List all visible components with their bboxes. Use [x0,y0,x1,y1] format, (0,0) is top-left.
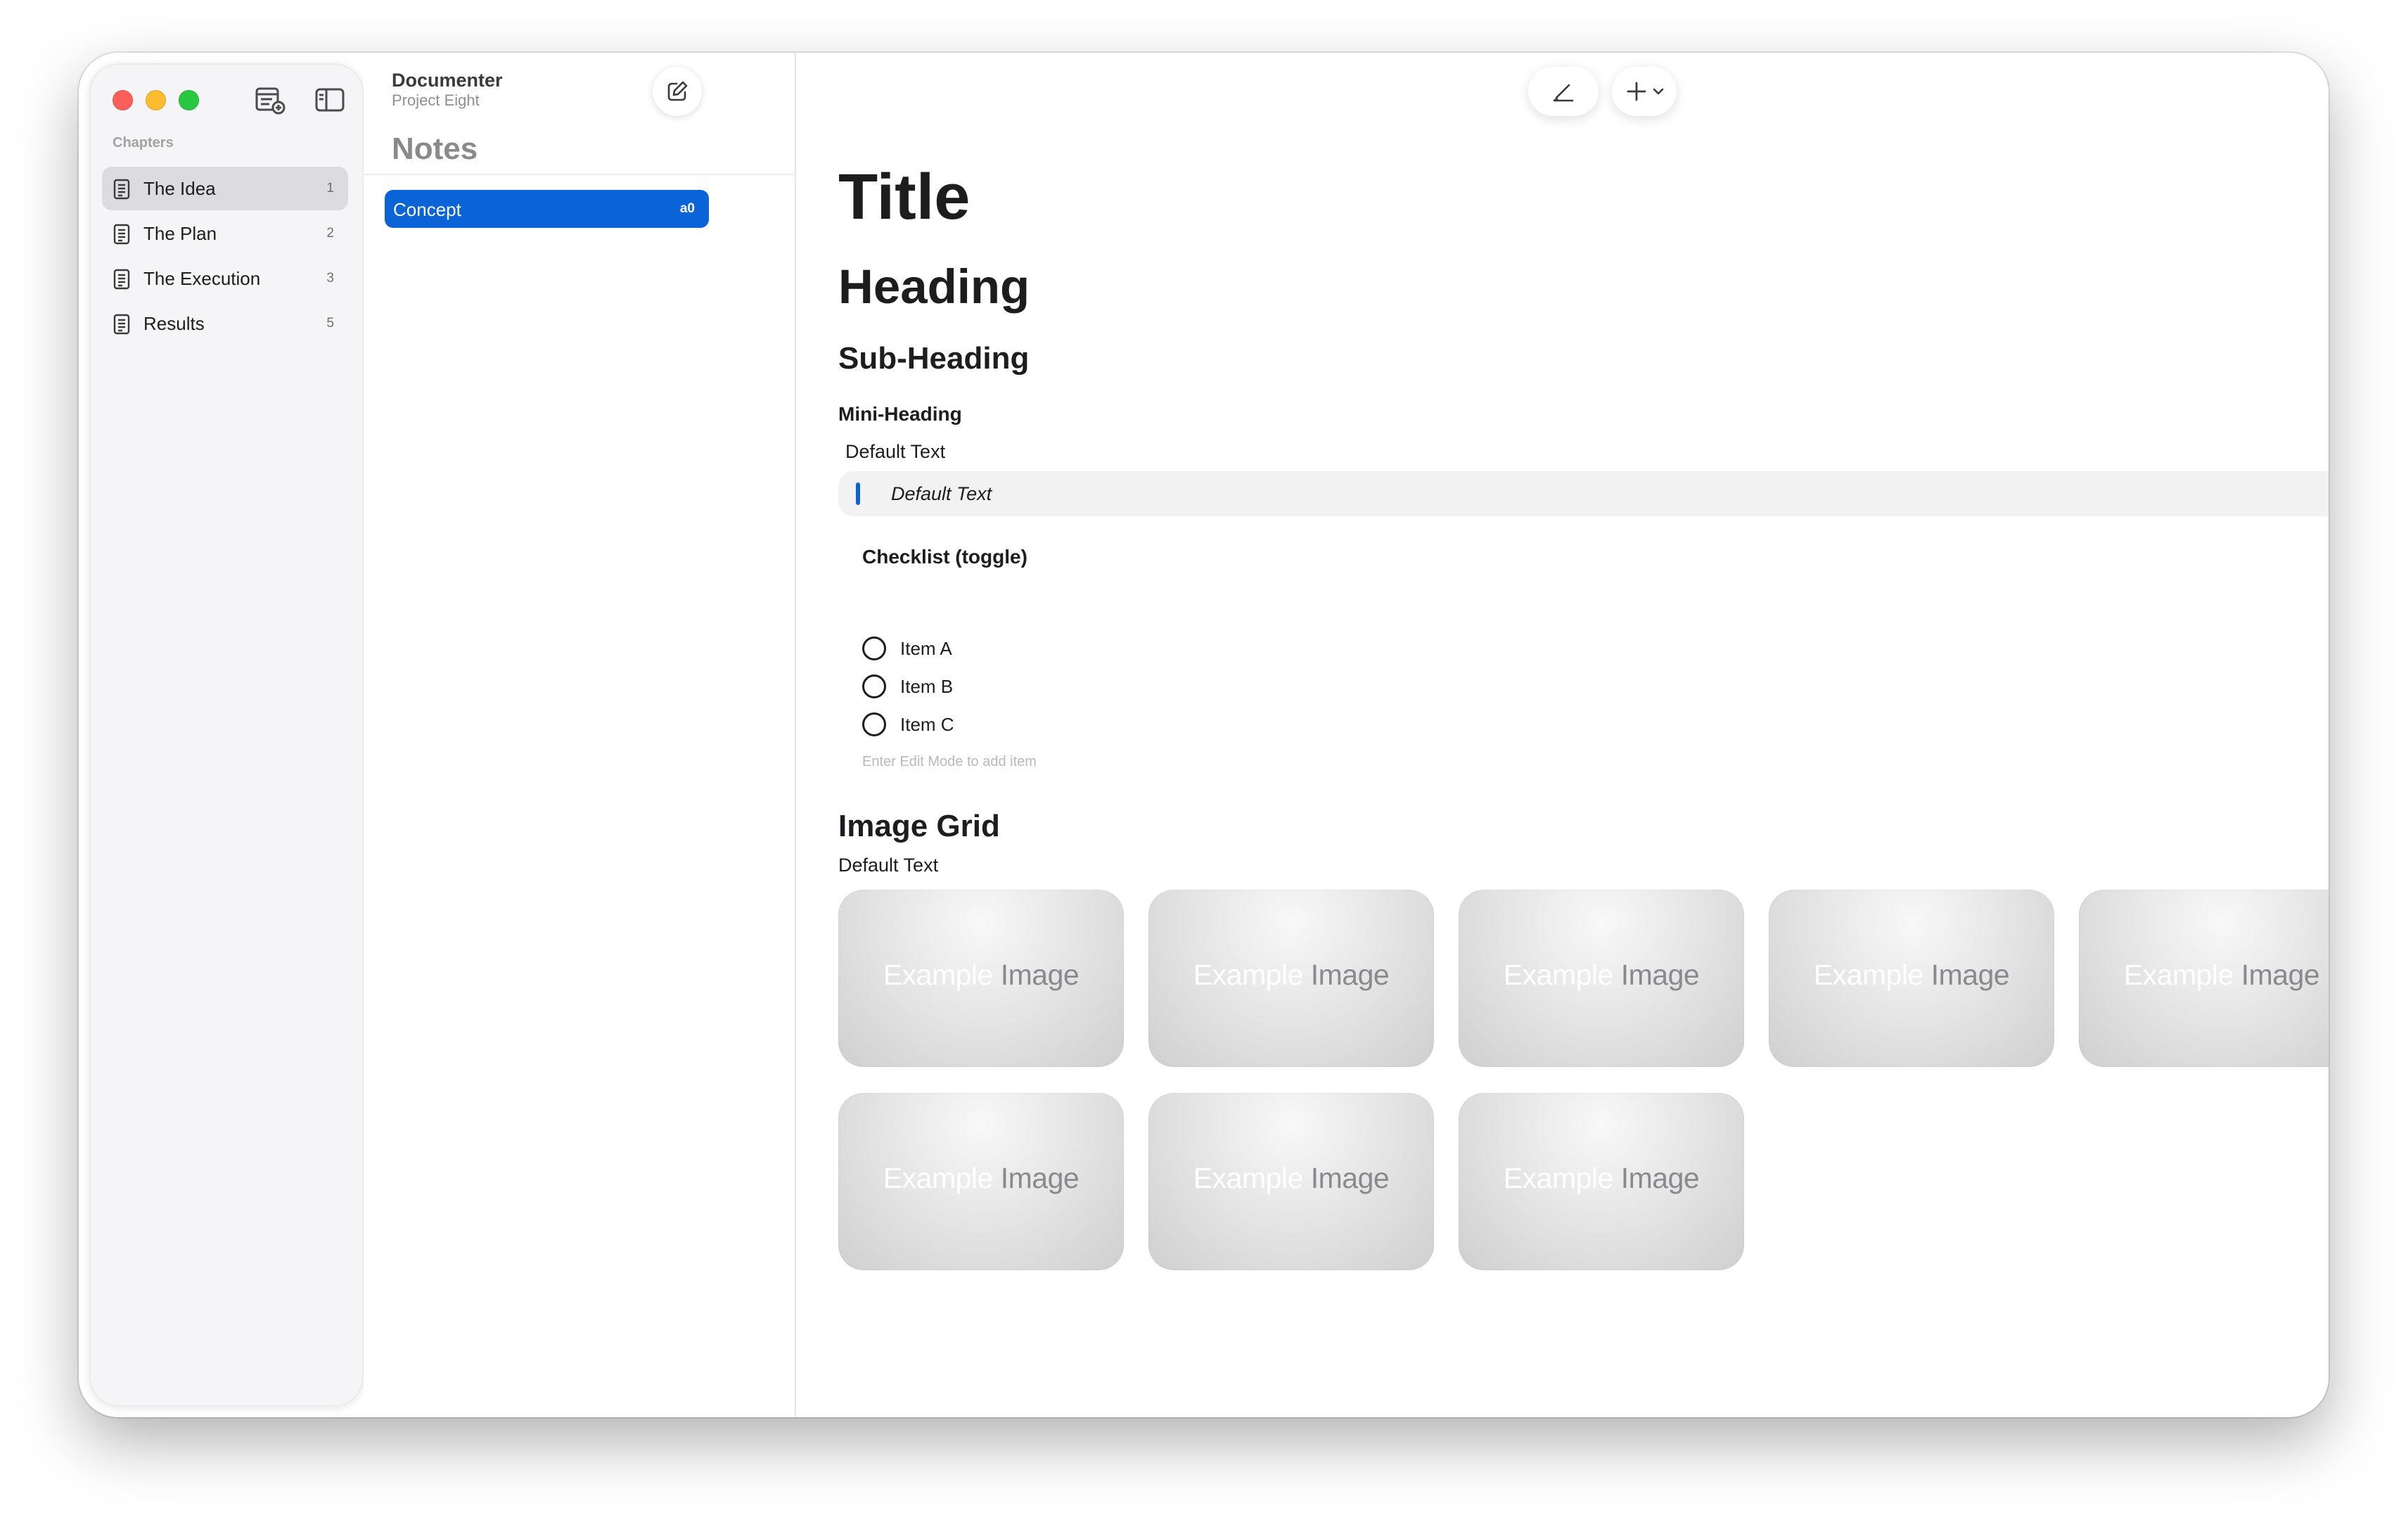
image-tile[interactable]: Example Image [1148,890,1434,1067]
add-block-button[interactable] [1612,67,1677,116]
sidebar: Chapters The Idea 1 The Plan 2 The Execu… [89,63,364,1407]
checkbox-circle-icon[interactable] [862,712,886,736]
image-caption: Example Image [1813,959,2010,991]
doc-heading: Heading [838,260,1030,314]
chapter-item-the-execution[interactable]: The Execution 3 [102,257,348,300]
chapter-label: The Idea [143,177,216,199]
checklist-item-label: Item A [900,638,952,659]
notes-column: Documenter Project Eight Notes Concept a… [364,53,796,1417]
quote-bar [856,482,860,505]
image-caption: Example Image [883,1162,1080,1194]
chapter-count: 3 [326,271,334,286]
document-icon [113,269,130,290]
chapter-item-results[interactable]: Results 5 [102,302,348,345]
image-tile[interactable]: Example Image [1769,890,2054,1067]
note-item-concept[interactable]: Concept a0 [385,190,709,228]
checklist-item-label: Item B [900,676,954,697]
doc-title: Title [838,161,971,233]
image-grid-title: Image Grid [838,809,1000,843]
doc-paragraph: Default Text [845,441,946,462]
chapter-count: 2 [326,226,334,241]
app-window: Chapters The Idea 1 The Plan 2 The Execu… [79,53,2329,1417]
image-grid-text: Default Text [838,855,939,876]
image-caption: Example Image [1503,1162,1700,1194]
app-name: Documenter [392,70,503,91]
checklist-item-a[interactable]: Item A [862,635,1144,663]
checkbox-circle-icon[interactable] [862,637,886,660]
note-badge: a0 [679,201,695,216]
chapter-count: 1 [326,181,334,196]
checklist-hint: Enter Edit Mode to add item [862,754,1037,769]
notes-title: Notes [392,132,478,166]
chapter-list: The Idea 1 The Plan 2 The Execution 3 Re… [102,167,348,347]
compose-icon [667,81,688,101]
notes-divider [364,174,795,175]
sidebar-toggle-icon[interactable] [313,84,347,115]
edit-mode-button[interactable] [1528,67,1599,116]
image-tile[interactable]: Example Image [2079,890,2329,1067]
quote-text: Default Text [891,483,992,504]
image-caption: Example Image [1193,1162,1390,1194]
image-caption: Example Image [1193,959,1390,991]
pencil-icon [1553,84,1574,102]
checklist-item-c[interactable]: Item C [862,711,1144,739]
document-view: Title Heading Sub-Heading Mini-Heading D… [795,53,2329,1417]
checklist-item-b[interactable]: Item B [862,673,1144,701]
document-icon [113,314,130,335]
chapter-count: 5 [326,316,334,331]
checklist-item-label: Item C [900,714,954,735]
chapter-label: Results [143,312,205,334]
project-name: Project Eight [392,91,480,109]
document-icon [113,179,130,200]
doc-sub-heading: Sub-Heading [838,341,1030,376]
chapter-item-the-idea[interactable]: The Idea 1 [102,167,348,210]
image-tile[interactable]: Example Image [1148,1093,1434,1270]
zoom-window-button[interactable] [179,90,199,110]
checklist-title: Checklist (toggle) [862,546,1027,568]
close-window-button[interactable] [113,90,133,110]
chapter-label: The Plan [143,222,217,244]
chapters-section-label: Chapters [113,135,174,151]
image-tile[interactable]: Example Image [838,890,1124,1067]
image-tile[interactable]: Example Image [838,1093,1124,1270]
plus-icon [1627,82,1646,101]
image-caption: Example Image [883,959,1080,991]
chevron-down-icon [1653,88,1664,95]
document-icon [113,224,130,245]
image-caption: Example Image [2123,959,2320,991]
chapter-label: The Execution [143,267,261,289]
checkbox-circle-icon[interactable] [862,674,886,698]
quote-block: Default Text [838,471,2329,516]
note-label: Concept [393,199,461,220]
image-tile[interactable]: Example Image [1459,1093,1744,1270]
app-root: Chapters The Idea 1 The Plan 2 The Execu… [0,0,2408,1522]
chapter-item-the-plan[interactable]: The Plan 2 [102,212,348,255]
image-tile[interactable]: Example Image [1459,890,1744,1067]
doc-mini-heading: Mini-Heading [838,403,962,425]
image-caption: Example Image [1503,959,1700,991]
new-chapter-icon[interactable] [252,84,286,115]
compose-button[interactable] [653,67,702,116]
minimize-window-button[interactable] [146,90,166,110]
